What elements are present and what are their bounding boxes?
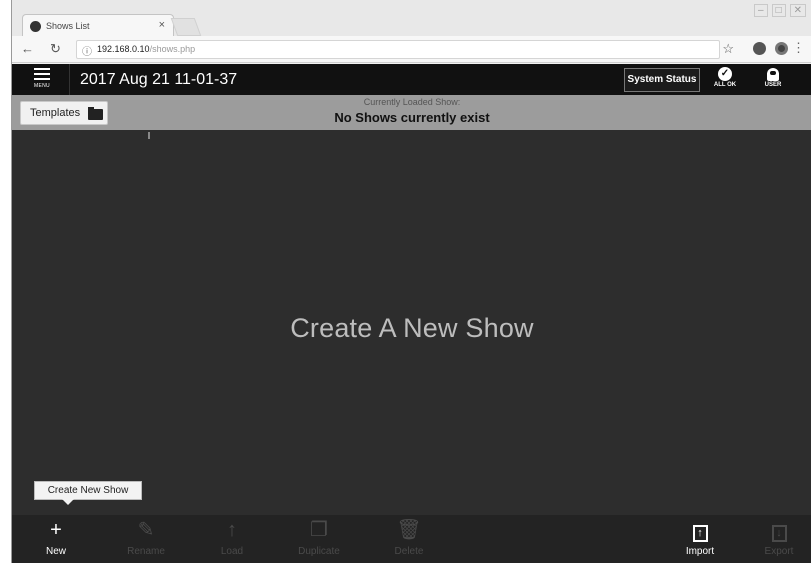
- export-icon: ↓: [749, 518, 809, 542]
- minimize-button[interactable]: –: [754, 4, 768, 17]
- user-icon: [767, 68, 779, 81]
- plus-icon: +: [50, 519, 62, 541]
- load-button[interactable]: ↑ Load: [202, 518, 262, 562]
- templates-button[interactable]: Templates: [20, 101, 108, 125]
- pencil-icon: ✎: [137, 519, 155, 541]
- new-tab-button[interactable]: [170, 18, 202, 36]
- import-button[interactable]: ↑ Import: [670, 518, 730, 562]
- bottom-toolbar: + New ✎ Rename ↑ Load ❐ Duplicate 🗑 Dele…: [12, 515, 811, 563]
- menu-button[interactable]: MENU: [20, 67, 64, 93]
- rename-label: Rename: [127, 546, 165, 557]
- current-datetime: 2017 Aug 21 11-01-37: [80, 71, 238, 88]
- browser-tab[interactable]: Shows List ×: [22, 14, 174, 38]
- header-divider: [69, 64, 70, 95]
- tab-close-icon[interactable]: ×: [159, 19, 165, 31]
- load-label: Load: [220, 546, 244, 557]
- folder-icon: [88, 107, 103, 120]
- duplicate-label: Duplicate: [298, 546, 340, 557]
- hamburger-icon: [34, 68, 50, 80]
- duplicate-button[interactable]: ❐ Duplicate: [289, 518, 349, 562]
- export-label: Export: [764, 546, 794, 557]
- delete-button[interactable]: 🗑 Delete: [379, 518, 439, 562]
- user-label: USER: [764, 82, 782, 88]
- templates-label: Templates: [30, 107, 81, 119]
- app-header: MENU 2017 Aug 21 11-01-37 System Status …: [12, 64, 811, 95]
- new-show-tooltip: Create New Show: [34, 481, 142, 505]
- browser-menu-icon[interactable]: ⋮: [792, 40, 805, 56]
- maximize-button[interactable]: □: [771, 4, 786, 17]
- check-circle-icon: ✓: [718, 67, 732, 81]
- create-show-placeholder: Create A New Show: [290, 313, 534, 343]
- close-window-button[interactable]: ✕: [789, 4, 806, 17]
- extension-check-icon[interactable]: [753, 42, 766, 55]
- tab-title: Shows List: [46, 21, 90, 31]
- user-button[interactable]: USER: [753, 66, 793, 94]
- tab-strip: Shows List × – □ ✕: [12, 0, 811, 38]
- browser-window: Shows List × – □ ✕ ← ↻ ⓘ 192.168.0.10/sh…: [11, 0, 811, 563]
- status-ok-label: ALL OK: [713, 82, 737, 88]
- address-bar: ← ↻ ⓘ 192.168.0.10/shows.php ☆ ⋮: [12, 36, 811, 63]
- url-host: 192.168.0.10: [97, 44, 150, 54]
- export-button[interactable]: ↓ Export: [749, 518, 809, 562]
- new-label: New: [45, 546, 66, 557]
- status-ok-button[interactable]: ✓ ALL OK: [705, 66, 745, 94]
- menu-label: MENU: [34, 83, 50, 89]
- info-icon[interactable]: ⓘ: [82, 43, 92, 58]
- back-arrow-icon[interactable]: ←: [21, 41, 34, 56]
- reload-icon[interactable]: ↻: [50, 41, 61, 57]
- extension-record-icon[interactable]: [775, 42, 788, 55]
- import-label: Import: [685, 546, 715, 557]
- loaded-show-value: No Shows currently exist: [334, 110, 490, 125]
- upload-arrow-icon: ↑: [227, 519, 237, 541]
- url-path: /shows.php: [149, 44, 196, 54]
- new-button[interactable]: + New: [26, 518, 86, 562]
- favicon-icon: [30, 21, 41, 32]
- bookmark-star-icon[interactable]: ☆: [722, 41, 734, 57]
- mouse-cursor-icon: [148, 132, 150, 139]
- rename-button[interactable]: ✎ Rename: [116, 518, 176, 562]
- loaded-show-label: Currently Loaded Show:: [363, 97, 461, 107]
- duplicate-icon: ❐: [310, 519, 328, 541]
- window-controls: – □ ✕: [754, 4, 806, 17]
- shows-list-area: Create A New Show: [12, 130, 811, 515]
- show-status-bar: Templates Currently Loaded Show: No Show…: [12, 95, 811, 130]
- trash-icon: 🗑: [396, 519, 422, 541]
- system-status-button[interactable]: System Status: [624, 68, 700, 92]
- import-icon: ↑: [670, 518, 730, 542]
- url-field[interactable]: ⓘ 192.168.0.10/shows.php ☆: [76, 40, 734, 59]
- delete-label: Delete: [394, 546, 424, 557]
